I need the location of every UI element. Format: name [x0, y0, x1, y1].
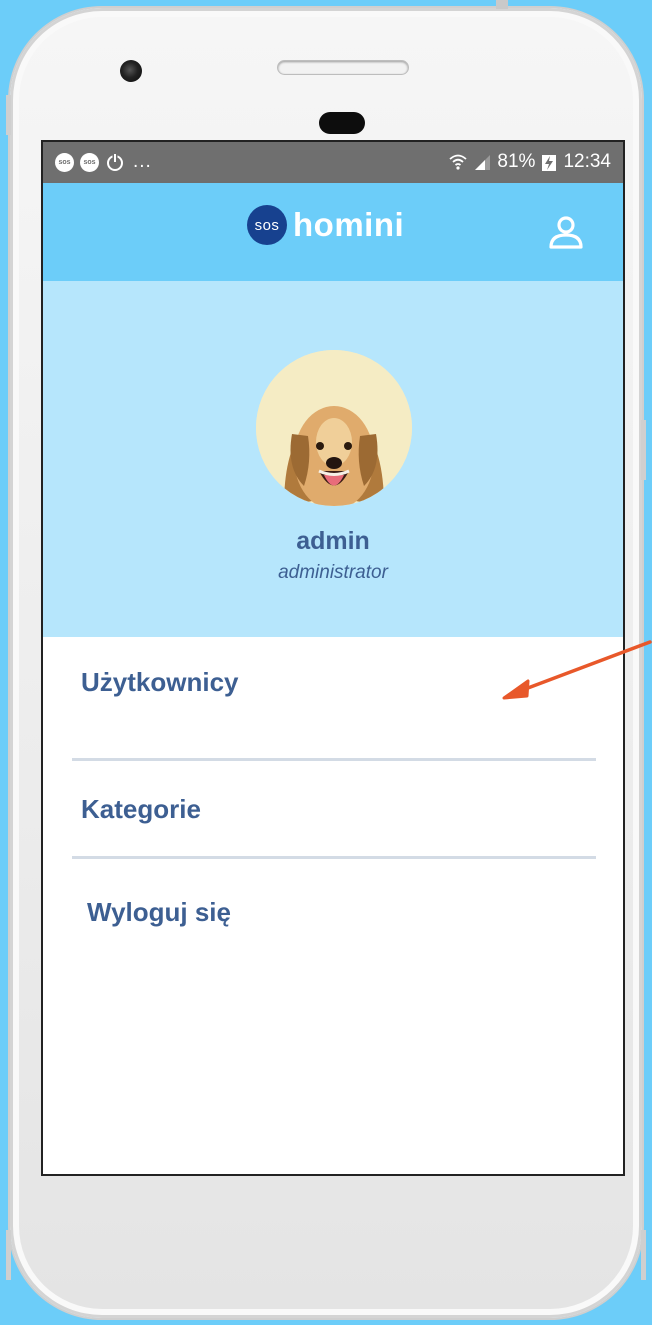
status-bar: sos sos ... 81% 12:34	[43, 142, 623, 183]
user-icon[interactable]	[546, 213, 586, 253]
menu-item-users[interactable]: Użytkownicy	[81, 667, 239, 698]
proximity-sensor	[319, 112, 365, 134]
dog-photo	[256, 350, 412, 506]
signal-icon	[475, 155, 491, 170]
avatar	[256, 350, 412, 506]
side-button-left	[6, 95, 11, 135]
front-camera	[120, 60, 142, 82]
battery-charging-icon	[542, 155, 557, 171]
app-logo[interactable]: sos homini	[247, 205, 404, 245]
power-icon	[107, 154, 123, 171]
top-button	[496, 0, 508, 9]
logo-badge: sos	[247, 205, 287, 245]
status-system: 81% 12:34	[449, 151, 611, 173]
menu-item-logout[interactable]: Wyloguj się	[87, 897, 231, 928]
side-button-left-bottom	[6, 1230, 11, 1280]
side-button-right	[641, 420, 646, 480]
clock: 12:34	[563, 151, 611, 172]
menu-item-categories[interactable]: Kategorie	[81, 794, 201, 825]
status-notifications: sos sos ...	[55, 151, 152, 173]
logo-text: homini	[293, 206, 405, 243]
earpiece-speaker	[278, 61, 408, 74]
sos-notification-icon: sos	[80, 152, 99, 172]
battery-percent: 81%	[497, 151, 536, 172]
annotation-arrow-icon	[502, 640, 652, 700]
menu-divider	[72, 758, 596, 761]
side-button-right-bottom	[641, 1230, 646, 1280]
app-header: sos homini	[43, 183, 623, 281]
profile-panel: admin administrator	[43, 281, 623, 637]
menu-divider	[72, 856, 596, 859]
wifi-icon	[449, 154, 468, 170]
more-notifications: ...	[133, 151, 152, 172]
profile-name: admin	[296, 527, 370, 555]
sos-notification-icon: sos	[55, 152, 74, 172]
profile-role: administrator	[278, 562, 388, 583]
